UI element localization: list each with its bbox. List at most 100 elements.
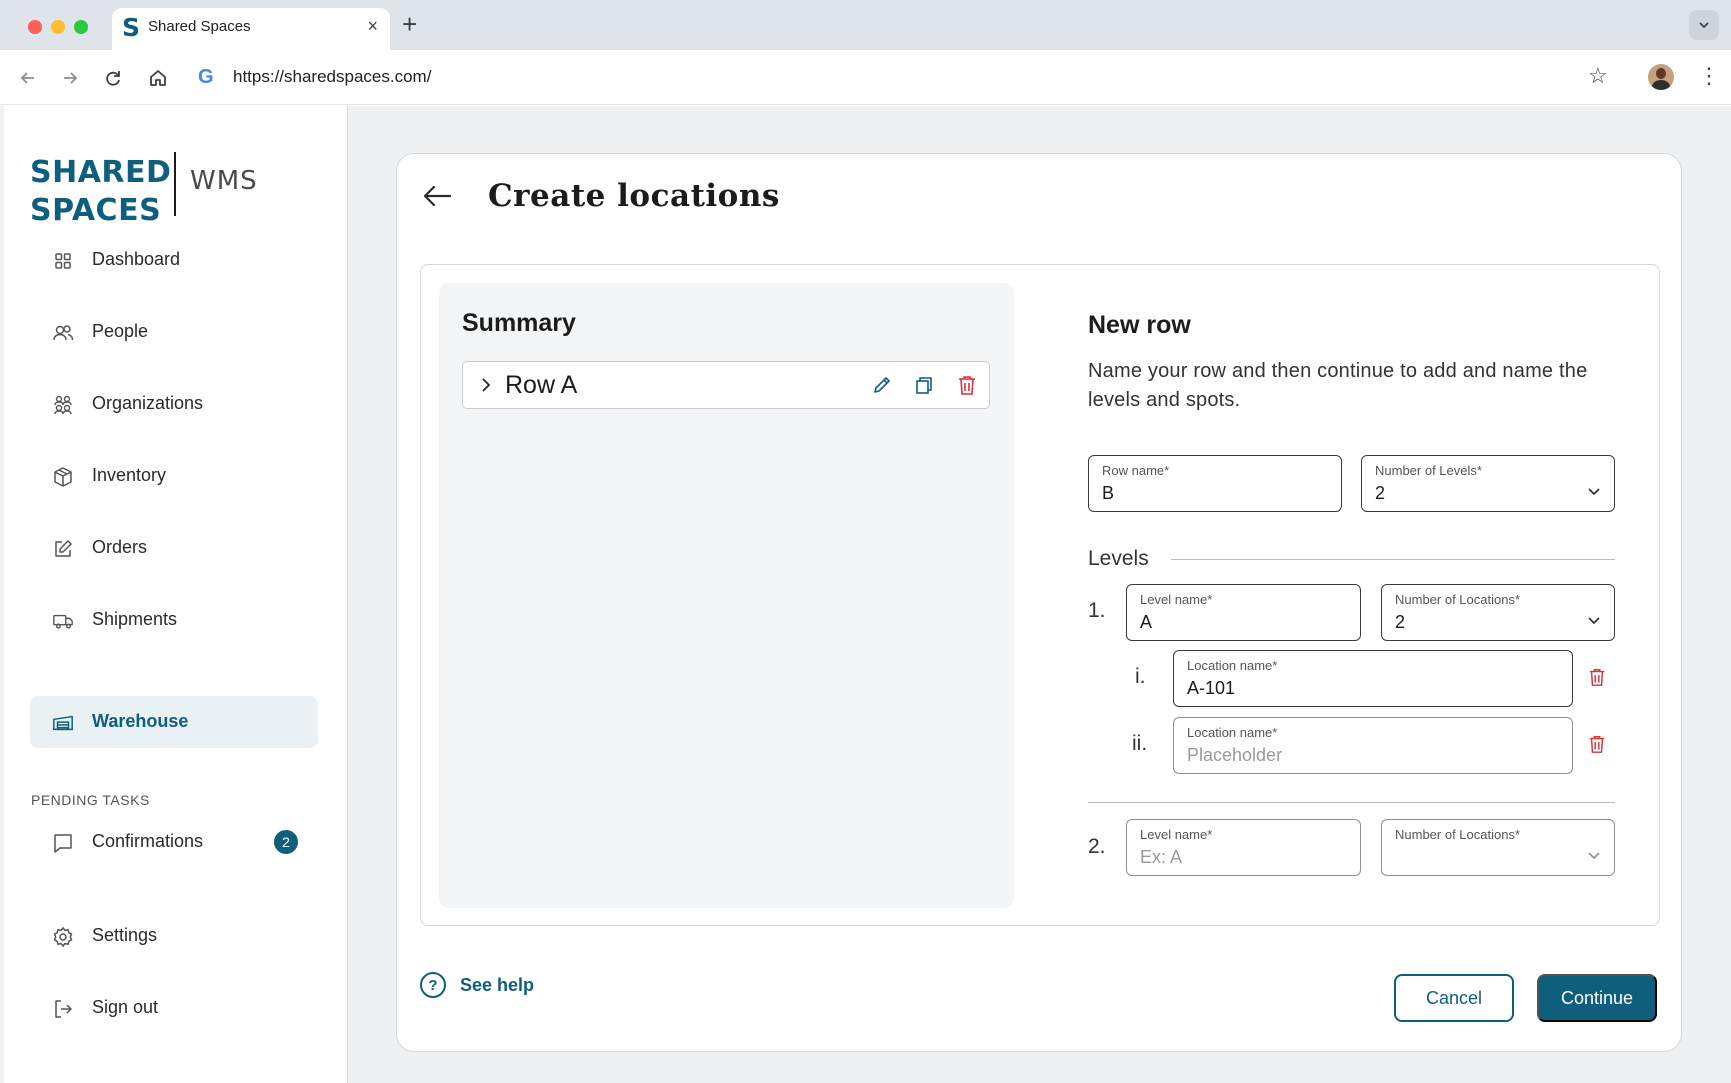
tab-close-icon[interactable]: ×: [367, 16, 378, 36]
sidebar-item-label: Dashboard: [92, 249, 181, 269]
sidebar-item-sign-out[interactable]: Sign out: [30, 982, 318, 1034]
sidebar-item-label: Sign out: [92, 997, 159, 1017]
chevron-right-icon[interactable]: [475, 374, 497, 396]
arrow-left-icon: [423, 185, 452, 207]
number-of-levels-select[interactable]: Number of Levels* 2: [1361, 455, 1615, 512]
shared-spaces-favicon-icon: S: [122, 13, 141, 42]
number-of-locations-select[interactable]: Number of Locations*: [1381, 819, 1615, 876]
level-name-field[interactable]: Level name* A: [1126, 584, 1361, 641]
summary-title: Summary: [462, 309, 576, 337]
sidebar-item-orders[interactable]: Orders: [30, 522, 318, 574]
gear-icon: [52, 926, 74, 948]
home-icon: [150, 70, 166, 86]
people-icon: [52, 322, 74, 344]
sidebar-item-label: Warehouse: [92, 711, 189, 731]
browser-tab[interactable]: S Shared Spaces ×: [112, 8, 390, 50]
sidebar-item-label: Organizations: [92, 393, 204, 413]
new-tab-button[interactable]: +: [402, 10, 417, 38]
reload-button[interactable]: [101, 66, 125, 90]
location-name-value: A-101: [1187, 678, 1236, 698]
number-of-locations-select[interactable]: Number of Locations* 2: [1381, 584, 1615, 641]
level-name-value: A: [1140, 612, 1153, 632]
back-button[interactable]: [419, 178, 455, 214]
duplicate-row-button[interactable]: [911, 372, 937, 398]
level-name-field[interactable]: Level name* Ex: A: [1126, 819, 1361, 876]
bookmark-star-icon[interactable]: ☆: [1588, 64, 1608, 88]
logo-product-name: WMS: [190, 166, 258, 196]
profile-avatar[interactable]: [1648, 64, 1674, 90]
arrow-left-icon: [20, 72, 34, 84]
tab-title: Shared Spaces: [148, 18, 251, 35]
form-panel: Summary Row A New row Name your row and …: [420, 264, 1660, 926]
level-name-placeholder: Ex: A: [1140, 847, 1183, 867]
location-number: ii.: [1132, 732, 1148, 755]
new-row-description: Name your row and then continue to add a…: [1088, 360, 1588, 411]
summary-row-label: Row A: [505, 371, 578, 399]
location-name-field[interactable]: Location name* A-101: [1173, 650, 1573, 707]
google-icon: G: [198, 66, 214, 88]
sidebar-item-dashboard[interactable]: Dashboard: [30, 234, 318, 286]
location-name-label: Location name*: [1187, 658, 1278, 673]
browser-toolbar: G https://sharedspaces.com/ ☆ ⋮: [0, 50, 1731, 105]
question-icon: ?: [420, 972, 446, 998]
pencil-icon: [874, 377, 890, 393]
row-name-field[interactable]: Row name* B: [1088, 455, 1342, 512]
box-icon: [52, 466, 74, 488]
edit-row-button[interactable]: [869, 372, 895, 398]
create-locations-card: Create locations Summary Row A New row N…: [396, 153, 1682, 1052]
see-help-link[interactable]: ? See help: [420, 972, 534, 998]
chevron-down-icon: [1699, 22, 1709, 29]
sidebar-item-organizations[interactable]: Organizations: [30, 378, 318, 430]
summary-panel: Summary Row A: [439, 283, 1014, 908]
window-minimize-button[interactable]: [51, 20, 65, 34]
grid-icon: [52, 250, 74, 272]
level-name-label: Level name*: [1140, 592, 1213, 607]
browser-menu-icon[interactable]: ⋮: [1698, 64, 1720, 88]
sidebar-item-settings[interactable]: Settings: [30, 910, 318, 962]
sidebar-item-label: Orders: [92, 537, 148, 557]
sidebar-item-warehouse[interactable]: Warehouse: [30, 696, 318, 748]
back-nav-button[interactable]: [16, 66, 40, 90]
delete-location-button[interactable]: [1585, 665, 1609, 689]
forward-nav-button[interactable]: [58, 66, 82, 90]
row-name-label: Row name*: [1102, 463, 1170, 478]
sidebar-item-label: People: [92, 321, 149, 341]
app-page: SHARED SPACES WMS Dashboard People Organ…: [0, 106, 1731, 1083]
sidebar-item-label: Settings: [92, 925, 158, 945]
window-close-button[interactable]: [28, 20, 42, 34]
summary-row-item[interactable]: Row A: [462, 361, 990, 409]
number-of-locations-label: Number of Locations*: [1395, 827, 1521, 842]
levels-heading: Levels: [1088, 547, 1149, 570]
chat-icon: [52, 832, 74, 854]
cancel-button[interactable]: Cancel: [1394, 974, 1514, 1022]
window-maximize-button[interactable]: [74, 20, 88, 34]
level-divider: [1088, 802, 1615, 803]
trash-icon: [1589, 736, 1605, 753]
sign-out-icon: [52, 998, 74, 1020]
delete-location-button[interactable]: [1585, 732, 1609, 756]
warehouse-icon: [52, 712, 74, 734]
sidebar-item-label: Inventory: [92, 465, 167, 485]
trash-icon: [959, 376, 975, 395]
home-button[interactable]: [146, 66, 170, 90]
continue-button[interactable]: Continue: [1537, 974, 1657, 1022]
delete-row-button[interactable]: [954, 372, 980, 398]
sidebar-item-people[interactable]: People: [30, 306, 318, 358]
new-row-title: New row: [1088, 311, 1191, 339]
chevron-down-icon: [1586, 848, 1602, 864]
location-name-field[interactable]: Location name* Placeholder: [1173, 717, 1573, 774]
edit-icon: [52, 538, 74, 560]
location-name-placeholder: Placeholder: [1187, 745, 1283, 765]
page-title: Create locations: [488, 178, 780, 214]
sidebar-item-inventory[interactable]: Inventory: [30, 450, 318, 502]
confirmations-count-badge: 2: [274, 830, 298, 854]
chevron-down-icon: [1586, 484, 1602, 500]
tab-search-button[interactable]: [1689, 10, 1719, 40]
sidebar-item-confirmations[interactable]: Confirmations 2: [30, 816, 318, 868]
location-number: i.: [1135, 665, 1146, 688]
number-of-locations-label: Number of Locations*: [1395, 592, 1521, 607]
address-bar[interactable]: https://sharedspaces.com/: [233, 67, 431, 87]
level-number: 1.: [1088, 599, 1106, 622]
sidebar-item-shipments[interactable]: Shipments: [30, 594, 318, 646]
copy-icon: [916, 377, 932, 394]
